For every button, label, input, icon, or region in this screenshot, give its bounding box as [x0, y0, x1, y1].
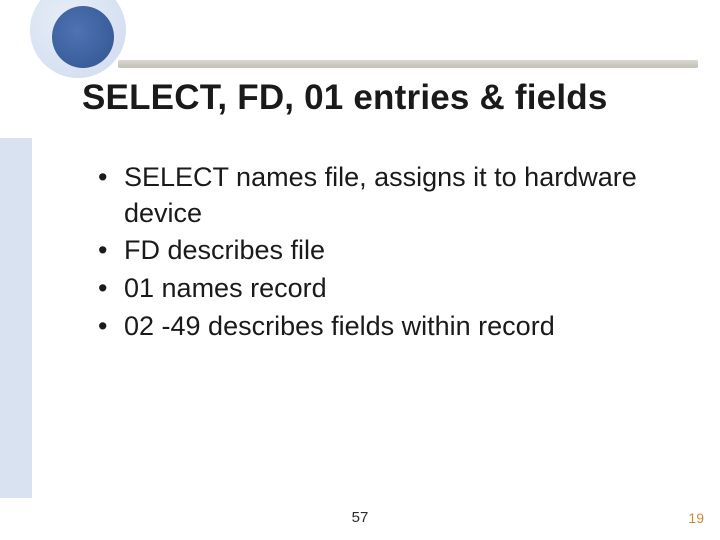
- slide-content: SELECT names file, assigns it to hardwar…: [98, 160, 660, 346]
- footer-page-center: 57: [0, 509, 720, 526]
- list-item: 02 -49 describes fields within record: [98, 309, 660, 345]
- slide-title: SELECT, FD, 01 entries & fields: [82, 78, 608, 118]
- list-item: FD describes file: [98, 233, 660, 269]
- header-divider: [118, 60, 698, 68]
- left-accent-strip: [0, 138, 32, 498]
- list-item: SELECT names file, assigns it to hardwar…: [98, 160, 660, 231]
- bullet-list: SELECT names file, assigns it to hardwar…: [98, 160, 660, 344]
- footer-page-right: 19: [688, 510, 704, 526]
- decor-circle-inner: [52, 6, 114, 68]
- list-item: 01 names record: [98, 271, 660, 307]
